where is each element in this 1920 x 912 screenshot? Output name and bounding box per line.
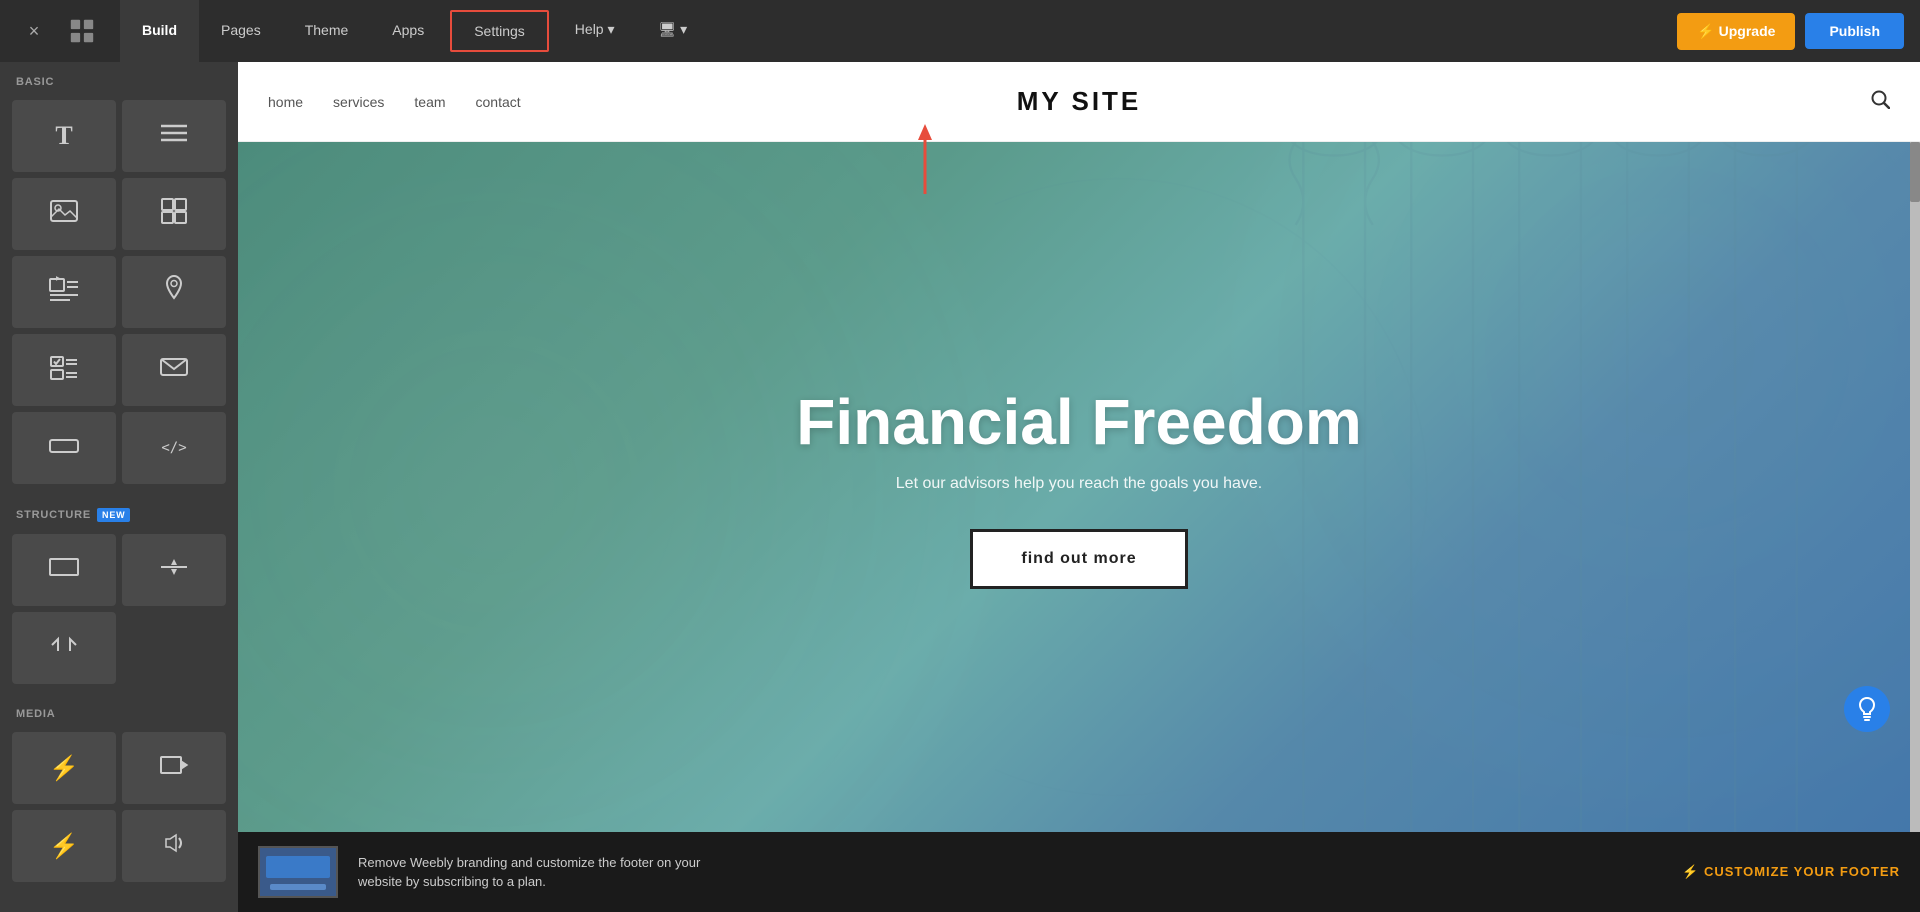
scrollbar-track[interactable] (1910, 142, 1920, 832)
tab-apps[interactable]: Apps (370, 0, 446, 62)
customize-footer-button[interactable]: ⚡ CUSTOMIZE YOUR FOOTER (1682, 864, 1900, 880)
hero-content: Financial Freedom Let our advisors help … (796, 385, 1361, 589)
footer-thumbnail (258, 846, 338, 898)
settings-arrow (910, 124, 940, 209)
svg-text:▶: ▶ (56, 276, 61, 282)
new-badge: NEW (97, 508, 130, 522)
tab-pages[interactable]: Pages (199, 0, 283, 62)
panel-item-lightning2[interactable]: ⚡ (12, 810, 116, 882)
section-label-basic: BASIC (0, 62, 238, 96)
panel-item-audio[interactable] (122, 810, 226, 882)
tab-theme[interactable]: Theme (283, 0, 371, 62)
content-area: home services team contact MY SITE (238, 62, 1920, 912)
panel-item-lightning1[interactable]: ⚡ (12, 732, 116, 804)
site-title: MY SITE (1017, 86, 1142, 117)
panel-item-section[interactable] (12, 534, 116, 606)
panel-item-code[interactable]: </> (122, 412, 226, 484)
panel-item-image[interactable] (12, 178, 116, 250)
panel-item-grid[interactable] (122, 178, 226, 250)
panel-item-text[interactable]: T (12, 100, 116, 172)
panel-item-button[interactable] (12, 412, 116, 484)
tab-help[interactable]: Help ▾ (553, 0, 637, 62)
weebly-logo (64, 13, 100, 49)
panel-item-lines[interactable] (122, 100, 226, 172)
nav-link-home[interactable]: home (268, 94, 303, 110)
scrollbar-thumb[interactable] (1910, 142, 1920, 202)
nav-link-contact[interactable]: contact (476, 94, 521, 110)
hero-cta-button[interactable]: find out more (970, 529, 1187, 589)
left-panel: BASIC T (0, 62, 238, 912)
panel-item-embed[interactable] (12, 612, 116, 684)
nav-tabs: Build Pages Theme Apps Settings Help ▾ 🖥… (120, 0, 1677, 62)
hero-title: Financial Freedom (796, 385, 1361, 459)
section-label-structure: STRUCTURE NEW (0, 494, 238, 530)
main-layout: BASIC T (0, 62, 1920, 912)
close-button[interactable]: × (16, 13, 52, 49)
site-nav: home services team contact MY SITE (238, 62, 1920, 142)
panel-item-divider[interactable] (122, 534, 226, 606)
site-nav-links: home services team contact (268, 94, 521, 110)
top-nav: × Build Pages Theme Apps Settings Help ▾… (0, 0, 1920, 62)
media-grid: ⚡ ⚡ (0, 728, 238, 892)
tab-build[interactable]: Build (120, 0, 199, 62)
panel-item-email[interactable] (122, 334, 226, 406)
search-icon[interactable] (1870, 89, 1890, 114)
panel-item-media-text[interactable]: ▶ (12, 256, 116, 328)
nav-link-team[interactable]: team (414, 94, 445, 110)
hero-section: Financial Freedom Let our advisors help … (238, 142, 1920, 832)
tab-device[interactable]: 🖥 ▾ (637, 0, 710, 62)
panel-item-map[interactable] (122, 256, 226, 328)
upgrade-button[interactable]: ⚡ Upgrade (1677, 13, 1795, 50)
structure-grid (0, 530, 238, 694)
nav-link-services[interactable]: services (333, 94, 384, 110)
section-label-media: MEDIA (0, 694, 238, 728)
nav-right-actions: ⚡ Upgrade Publish (1677, 13, 1904, 50)
panel-item-video[interactable] (122, 732, 226, 804)
basic-grid: T (0, 96, 238, 494)
lightbulb-button[interactable] (1844, 686, 1890, 732)
footer-text: Remove Weebly branding and customize the… (358, 853, 738, 892)
footer-bar: Remove Weebly branding and customize the… (238, 832, 1920, 912)
panel-item-survey[interactable] (12, 334, 116, 406)
hero-subtitle: Let our advisors help you reach the goal… (796, 475, 1361, 493)
publish-button[interactable]: Publish (1805, 13, 1904, 49)
tab-settings[interactable]: Settings (450, 10, 549, 52)
